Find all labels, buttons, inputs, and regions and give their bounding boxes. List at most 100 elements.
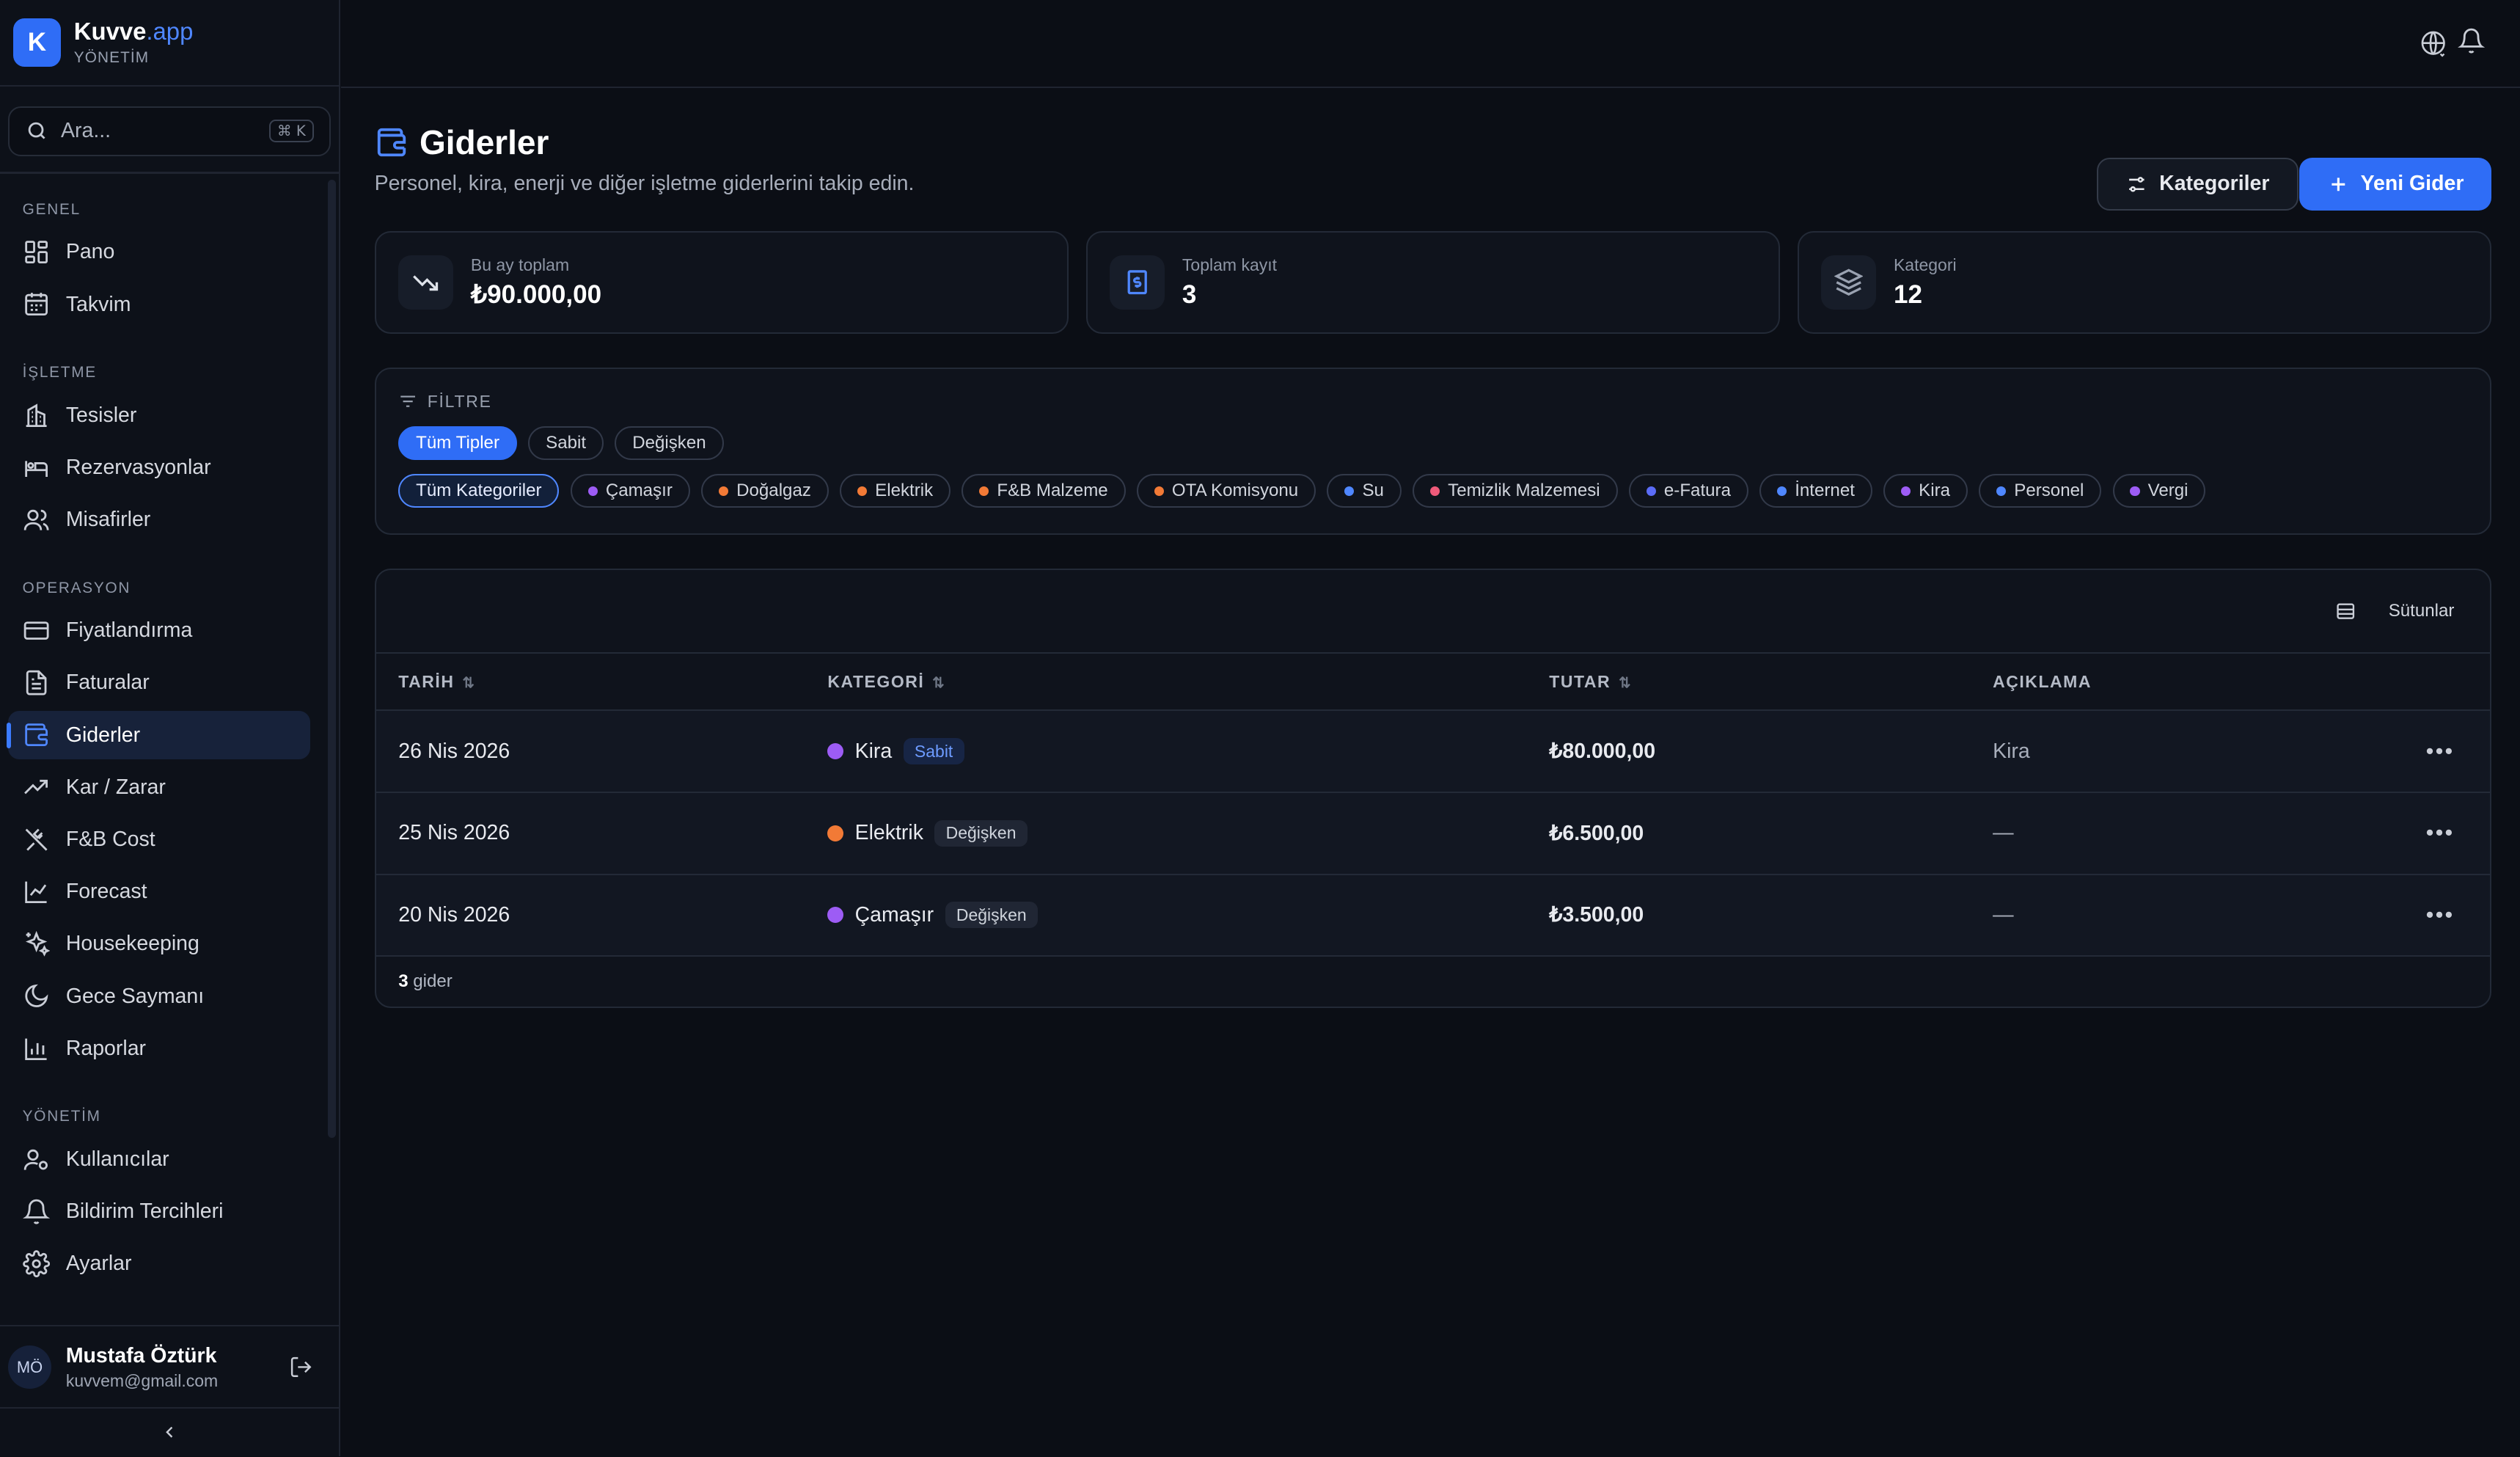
row-actions-button[interactable]: ••• xyxy=(2295,792,2490,875)
category-chip[interactable]: Temizlik Malzemesi xyxy=(1413,474,1618,508)
category-color-dot xyxy=(1777,486,1787,496)
sidebar-item-label: Fiyatlandırma xyxy=(65,618,193,643)
category-chip-all[interactable]: Tüm Kategoriler xyxy=(398,474,560,508)
category-chip-label: İnternet xyxy=(1795,481,1855,501)
sidebar-item-fb-cost[interactable]: F&B Cost xyxy=(8,816,310,864)
table-row[interactable]: 26 Nis 2026 Kira Sabit ₺80.000,00 Kira ••• xyxy=(376,710,2490,794)
column-header-date[interactable]: TARİH ⇅ xyxy=(376,653,827,712)
category-chip[interactable]: Su xyxy=(1327,474,1402,508)
brand-logo: K xyxy=(12,18,62,67)
credit-card-icon xyxy=(23,621,49,640)
type-chip-fixed[interactable]: Sabit xyxy=(528,426,604,460)
column-header-category[interactable]: KATEGORİ ⇅ xyxy=(826,653,1548,712)
sidebar-item-fiyatlandirma[interactable]: Fiyatlandırma xyxy=(8,607,310,655)
sidebar-item-giderler[interactable]: Giderler xyxy=(6,711,310,759)
search-icon xyxy=(28,122,45,139)
bell-icon xyxy=(22,1199,50,1224)
category-chip[interactable]: OTA Komisyonu xyxy=(1136,474,1316,508)
sidebar-item-faturalar[interactable]: Faturalar xyxy=(8,659,310,707)
category-chip-label: Doğalgaz xyxy=(736,481,811,501)
category-chip[interactable]: Doğalgaz xyxy=(701,474,829,508)
category-chip-label: Kira xyxy=(1919,481,1951,501)
columns-button[interactable]: Sütunlar xyxy=(2389,601,2455,621)
sidebar-item-label: Gece Saymanı xyxy=(65,984,205,1008)
bar-chart-icon xyxy=(24,1038,47,1060)
logout-icon[interactable] xyxy=(289,1355,313,1379)
sidebar-scrollbar[interactable] xyxy=(328,180,336,1139)
bed-icon xyxy=(24,461,48,477)
sidebar-item-label: Kar / Zarar xyxy=(65,775,166,799)
row-actions-button[interactable]: ••• xyxy=(2295,874,2490,957)
sidebar-nav: GENEL Pano Takvim İŞLETME Tesisler Rezer… xyxy=(0,177,339,1325)
stat-label: Kategori xyxy=(1893,255,1957,275)
table-icon[interactable] xyxy=(2335,601,2356,621)
category-chip[interactable]: F&B Malzeme xyxy=(962,474,1126,508)
user-profile[interactable]: MÖ Mustafa Öztürk kuvvem@gmail.com xyxy=(0,1324,340,1409)
notification-bell-icon[interactable] xyxy=(2457,27,2485,54)
table-footer: 3 gider xyxy=(376,957,2490,1007)
sidebar-item-takvim[interactable]: Takvim xyxy=(8,280,310,329)
type-chip-variable[interactable]: Değişken xyxy=(615,426,724,460)
sidebar-item-label: Kullanıcılar xyxy=(65,1147,169,1171)
cell-description: Kira xyxy=(1990,710,2296,794)
sidebar-item-forecast[interactable]: Forecast xyxy=(8,868,310,916)
sidebar-item-label: F&B Cost xyxy=(65,827,155,851)
category-chip[interactable]: e-Fatura xyxy=(1628,474,1748,508)
filter-panel: FİLTRE Tüm Tipler Sabit Değişken Tüm Kat… xyxy=(374,368,2491,536)
categories-button[interactable]: Kategoriler xyxy=(2096,157,2299,211)
category-chip-label: Tüm Kategoriler xyxy=(416,481,542,501)
category-color-dot xyxy=(1154,486,1164,496)
language-globe-icon[interactable] xyxy=(2419,29,2447,58)
cell-date: 26 Nis 2026 xyxy=(376,710,827,794)
sidebar-item-rezervasyonlar[interactable]: Rezervasyonlar xyxy=(8,444,310,492)
app-root: K Kuvve.app YÖNETİM ⌘ K GENEL Pano Takvi… xyxy=(0,0,2520,1457)
sidebar-item-label: Bildirim Tercihleri xyxy=(65,1199,224,1224)
sidebar-item-kar-zarar[interactable]: Kar / Zarar xyxy=(8,763,310,811)
column-header-amount[interactable]: TUTAR ⇅ xyxy=(1547,653,1991,712)
sidebar-item-label: Housekeeping xyxy=(65,932,199,956)
search-input[interactable] xyxy=(57,117,241,145)
calendar-icon xyxy=(24,293,48,316)
sidebar-item-raporlar[interactable]: Raporlar xyxy=(8,1024,310,1073)
category-chip[interactable]: İnternet xyxy=(1759,474,1872,508)
sidebar-item-tesisler[interactable]: Tesisler xyxy=(8,391,310,439)
category-chip-label: Elektrik xyxy=(875,481,934,501)
category-chip[interactable]: Vergi xyxy=(2112,474,2206,508)
table-row[interactable]: 20 Nis 2026 Çamaşır Değişken ₺3.500,00— ••• xyxy=(376,874,2490,957)
category-chip-label: Personel xyxy=(2014,481,2084,501)
brand[interactable]: K Kuvve.app YÖNETİM xyxy=(0,0,340,87)
sidebar-item-housekeeping[interactable]: Housekeeping xyxy=(8,920,310,968)
type-badge: Değişken xyxy=(945,902,1039,929)
row-actions-button[interactable]: ••• xyxy=(2295,710,2490,794)
sidebar-item-kullanicilar[interactable]: Kullanıcılar xyxy=(8,1136,310,1184)
sort-icon: ⇅ xyxy=(1619,674,1633,691)
layers-icon xyxy=(1834,269,1864,296)
sidebar-item-gece-saymani[interactable]: Gece Saymanı xyxy=(8,972,310,1020)
sidebar-item-bildirim-tercihleri[interactable]: Bildirim Tercihleri xyxy=(8,1188,310,1236)
sort-icon: ⇅ xyxy=(932,674,946,691)
search-box[interactable]: ⌘ K xyxy=(7,106,332,156)
sidebar-item-label: Faturalar xyxy=(65,671,150,695)
collapse-sidebar-button[interactable] xyxy=(0,1406,340,1457)
trending-up-icon xyxy=(23,779,48,795)
plus-icon xyxy=(2331,177,2345,191)
category-chip[interactable]: Çamaşır xyxy=(570,474,690,508)
cell-category: Elektrik Değişken xyxy=(826,792,1548,875)
expenses-table-card: Sütunlar TARİH ⇅ KATEGORİ ⇅ TUTAR ⇅ AÇIKLAM… xyxy=(374,569,2491,1009)
sidebar-item-misafirler[interactable]: Misafirler xyxy=(8,496,310,544)
more-horizontal-icon: ••• xyxy=(2425,902,2455,927)
sparkles-icon xyxy=(25,931,50,957)
table-row[interactable]: 25 Nis 2026 Elektrik Değişken ₺6.500,00— ••• xyxy=(376,792,2490,875)
category-color-dot xyxy=(1344,486,1355,496)
expenses-table: TARİH ⇅ KATEGORİ ⇅ TUTAR ⇅ AÇIKLAMA 26 Nis … xyxy=(376,653,2490,957)
category-chip[interactable]: Personel xyxy=(1979,474,2102,508)
new-expense-button[interactable]: Yeni Gider xyxy=(2299,157,2491,211)
file-icon xyxy=(26,670,47,695)
sidebar-item-pano[interactable]: Pano xyxy=(8,228,310,277)
stat-value: 3 xyxy=(1182,280,1197,309)
building-icon xyxy=(26,403,47,427)
sidebar-item-ayarlar[interactable]: Ayarlar xyxy=(8,1240,310,1288)
category-chip[interactable]: Elektrik xyxy=(840,474,951,508)
category-chip[interactable]: Kira xyxy=(1883,474,1968,508)
type-chip-all[interactable]: Tüm Tipler xyxy=(398,426,517,460)
